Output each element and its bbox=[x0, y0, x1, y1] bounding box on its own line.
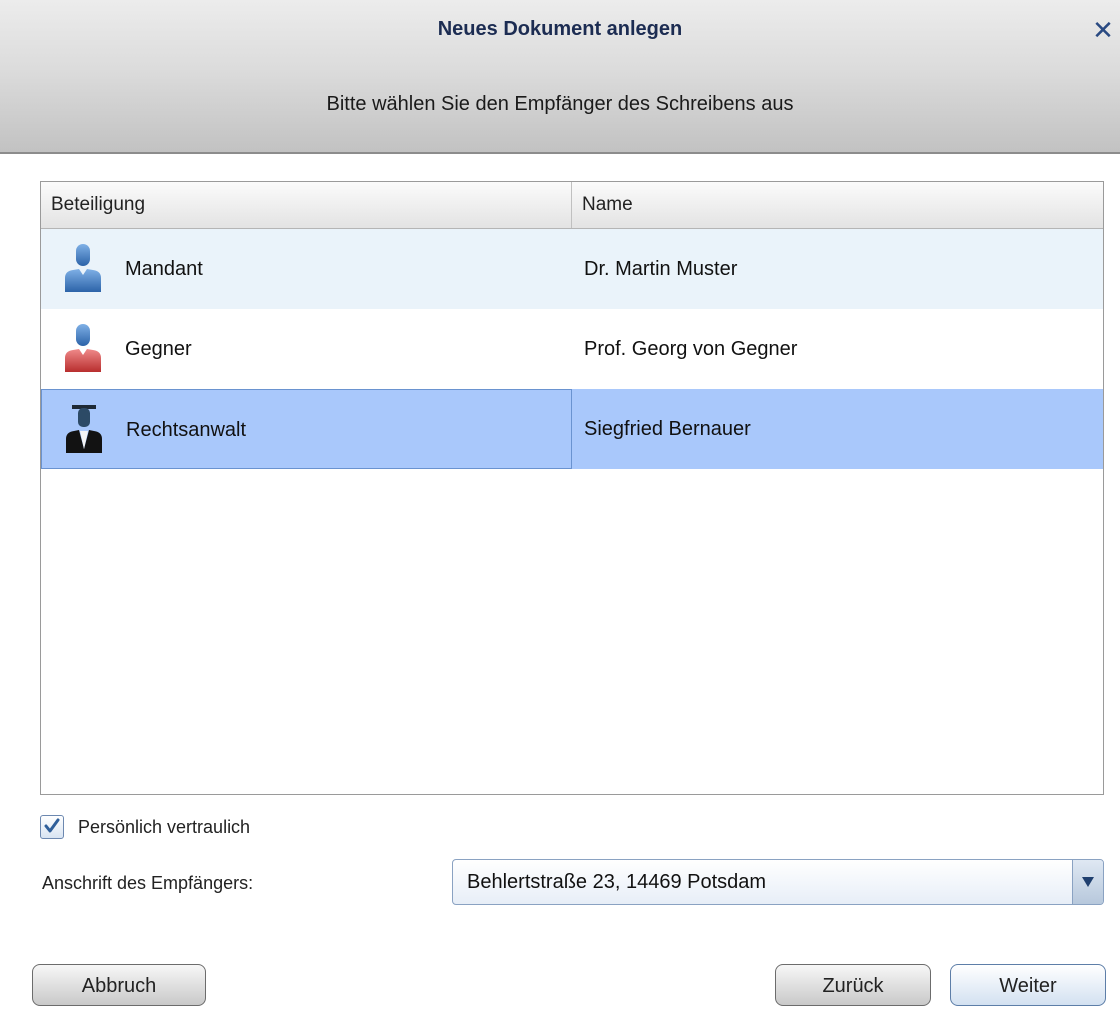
table-row[interactable]: Mandant Dr. Martin Muster bbox=[41, 229, 1103, 309]
cancel-button[interactable]: Abbruch bbox=[32, 964, 206, 1006]
table-row[interactable]: Gegner Prof. Georg von Gegner bbox=[41, 309, 1103, 389]
confidential-checkbox[interactable] bbox=[40, 815, 64, 839]
address-select[interactable]: Behlertstraße 23, 14469 Potsdam bbox=[452, 859, 1104, 905]
cell-role: Gegner bbox=[41, 309, 572, 389]
cell-role: Mandant bbox=[41, 229, 572, 309]
checkmark-icon bbox=[44, 818, 60, 833]
cell-name: Siegfried Bernauer bbox=[572, 389, 1103, 469]
name-label: Prof. Georg von Gegner bbox=[584, 338, 798, 360]
cell-role: Rechtsanwalt bbox=[41, 389, 572, 469]
role-label: Gegner bbox=[125, 338, 192, 360]
column-header-name[interactable]: Name bbox=[572, 182, 1103, 228]
person-red-icon bbox=[65, 324, 101, 372]
lawyer-icon bbox=[66, 405, 102, 453]
cell-name: Prof. Georg von Gegner bbox=[572, 309, 1103, 389]
name-label: Siegfried Bernauer bbox=[584, 418, 751, 440]
address-selected-value: Behlertstraße 23, 14469 Potsdam bbox=[467, 871, 767, 893]
table-header: Beteiligung Name bbox=[41, 182, 1103, 229]
confidential-label: Persönlich vertraulich bbox=[78, 817, 251, 837]
dialog-title: Neues Dokument anlegen bbox=[437, 18, 683, 40]
role-label: Rechtsanwalt bbox=[126, 419, 247, 441]
column-header-beteiligung[interactable]: Beteiligung bbox=[41, 182, 572, 228]
address-label: Anschrift des Empfängers: bbox=[42, 873, 254, 893]
back-button[interactable]: Zurück bbox=[775, 964, 931, 1006]
role-label: Mandant bbox=[125, 258, 203, 280]
cell-name: Dr. Martin Muster bbox=[572, 229, 1103, 309]
dialog-subtitle: Bitte wählen Sie den Empfänger des Schre… bbox=[326, 93, 794, 115]
person-blue-icon bbox=[65, 244, 101, 292]
recipient-table: Beteiligung Name Mandant Dr. Martin Must… bbox=[40, 181, 1104, 795]
dialog-header: Neues Dokument anlegen ✕ Bitte wählen Si… bbox=[0, 0, 1120, 154]
name-label: Dr. Martin Muster bbox=[584, 258, 738, 280]
table-row-selected[interactable]: Rechtsanwalt Siegfried Bernauer bbox=[41, 389, 1103, 469]
dropdown-arrow-icon[interactable] bbox=[1072, 860, 1103, 904]
next-button[interactable]: Weiter bbox=[950, 964, 1106, 1006]
close-icon[interactable]: ✕ bbox=[1089, 16, 1117, 44]
